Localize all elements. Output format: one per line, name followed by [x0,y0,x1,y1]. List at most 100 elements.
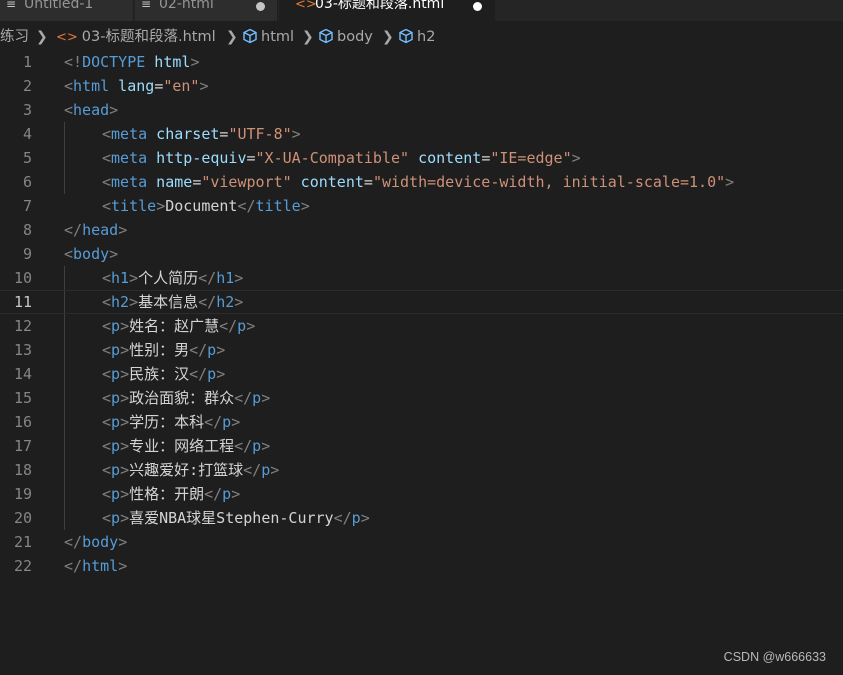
code-line[interactable]: 21 </body> [0,530,843,554]
line-number: 15 [13,389,32,407]
code-tag-name: p [222,485,232,503]
code-content: <p>性格：开朗</p> [102,482,240,506]
code-tag-name: html [73,77,110,95]
code-tag-name: head [82,221,119,239]
code-tag-name: p [111,341,121,359]
code-tag-name: meta [111,125,148,143]
code-text: 个人简历 [138,269,199,287]
tab-03-html[interactable]: <>03-标题和段落.html [279,0,495,21]
code-tag-name: p [111,389,121,407]
code-punctuation: > [120,389,130,407]
code-line[interactable]: 16 <p>学历：本科</p> [0,410,843,434]
line-number: 3 [22,101,32,119]
code-text: 专业：网络工程 [129,437,235,455]
tab-bar: ≡ Untitled-1 ≡ 02-html <>03-标题和段落.html [0,0,843,21]
code-tag-name: p [111,461,121,479]
code-punctuation: > [118,221,128,239]
code-text: = [154,77,164,95]
symbol-element-icon [243,28,257,44]
line-number: 14 [13,365,32,383]
code-line[interactable]: 11 <h2>基本信息</h2> [0,290,843,314]
code-line[interactable]: 7 <title>Document</title> [0,194,843,218]
code-line[interactable]: 15 <p>政治面貌：群众</p> [0,386,843,410]
symbol-element-icon [399,28,413,44]
chevron-right-icon: ❯ [302,29,314,45]
code-punctuation: > [109,101,119,119]
breadcrumb-h2[interactable]: h2 [398,24,435,50]
line-number: 10 [13,269,32,287]
code-content: <p>性别：男</p> [102,338,225,362]
code-line[interactable]: 18 <p>兴趣爱好:打篮球</p> [0,458,843,482]
code-line[interactable]: 19 <p>性格：开朗</p> [0,482,843,506]
code-line[interactable]: 14 <p>民族：汉</p> [0,362,843,386]
code-tag-name: body [82,533,119,551]
code-tag-name: p [222,413,232,431]
code-punctuation: </ [333,509,352,527]
code-line[interactable]: 17 <p>专业：网络工程</p> [0,434,843,458]
code-punctuation: </ [237,197,256,215]
breadcrumb-body[interactable]: body [318,24,373,50]
code-tag-name: DOCTYPE [82,53,146,71]
code-punctuation: > [270,461,280,479]
code-content: </body> [64,530,127,554]
code-line[interactable]: 1 <!DOCTYPE html> [0,50,843,74]
code-tag-name: p [207,365,217,383]
code-line[interactable]: 13 <p>性别：男</p> [0,338,843,362]
code-punctuation: </ [219,317,238,335]
code-line[interactable]: 4 <meta charset="UTF-8"> [0,122,843,146]
code-punctuation: > [190,53,200,71]
code-tag-name: meta [111,149,148,167]
code-content: <p>专业：网络工程</p> [102,434,270,458]
lines-icon: ≡ [140,0,152,11]
code-tag-name: body [73,245,110,263]
code-content: <p>兴趣爱好:打篮球</p> [102,458,279,482]
code-punctuation: </ [64,221,83,239]
unsaved-dot-icon[interactable] [473,2,482,11]
code-punctuation: < [102,365,112,383]
code-content: <h2>基本信息</h2> [102,290,243,314]
code-content: <meta charset="UTF-8"> [102,122,301,146]
code-line[interactable]: 10 <h1>个人简历</h1> [0,266,843,290]
line-number: 18 [13,461,32,479]
line-number: 5 [22,149,32,167]
code-text: 学历：本科 [129,413,205,431]
code-line[interactable]: 2 <html lang="en"> [0,74,843,98]
code-line[interactable]: 9 <body> [0,242,843,266]
code-line[interactable]: 5 <meta http-equiv="X-UA-Compatible" cont… [0,146,843,170]
code-line[interactable]: 8 </head> [0,218,843,242]
code-punctuation: < [102,173,112,191]
code-punctuation: > [120,365,130,383]
code-tag-name: p [252,389,262,407]
code-punctuation: </ [189,341,208,359]
code-punctuation: < [64,245,74,263]
code-line[interactable]: 20 <p>喜爱NBA球星Stephen-Curry</p> [0,506,843,530]
code-line[interactable]: 3 <head> [0,98,843,122]
code-tag-name: h2 [216,293,235,311]
breadcrumb-folder[interactable]: 练习 [0,24,29,50]
code-line[interactable]: 22 </html> [0,554,843,578]
breadcrumb-file[interactable]: <> 03-标题和段落.html [56,24,216,51]
chevron-right-icon: ❯ [226,29,238,45]
tab-02-html[interactable]: ≡ 02-html [135,0,278,21]
code-content: <p>姓名：赵广慧</p> [102,314,255,338]
code-content: <p>民族：汉</p> [102,362,225,386]
code-line[interactable]: 6 <meta name="viewport" content="width=de… [0,170,843,194]
code-content: </head> [64,218,127,242]
code-content: <head> [64,98,118,122]
lines-icon: ≡ [5,0,17,11]
code-punctuation: > [234,293,244,311]
code-tag-name: h1 [216,269,235,287]
code-tag-name: title [111,197,157,215]
code-tag-name: p [111,485,121,503]
tab-untitled-1[interactable]: ≡ Untitled-1 [0,0,134,21]
code-punctuation: < [102,485,112,503]
code-tag-name: head [73,101,110,119]
line-number: 16 [13,413,32,431]
code-punctuation: </ [204,413,223,431]
code-content: </html> [64,554,127,578]
line-number: 22 [13,557,32,575]
breadcrumb-html[interactable]: html [242,24,294,50]
unsaved-dot-icon[interactable] [256,2,265,11]
code-line[interactable]: 12 <p>姓名：赵广慧</p> [0,314,843,338]
code-tag-name: title [255,197,301,215]
